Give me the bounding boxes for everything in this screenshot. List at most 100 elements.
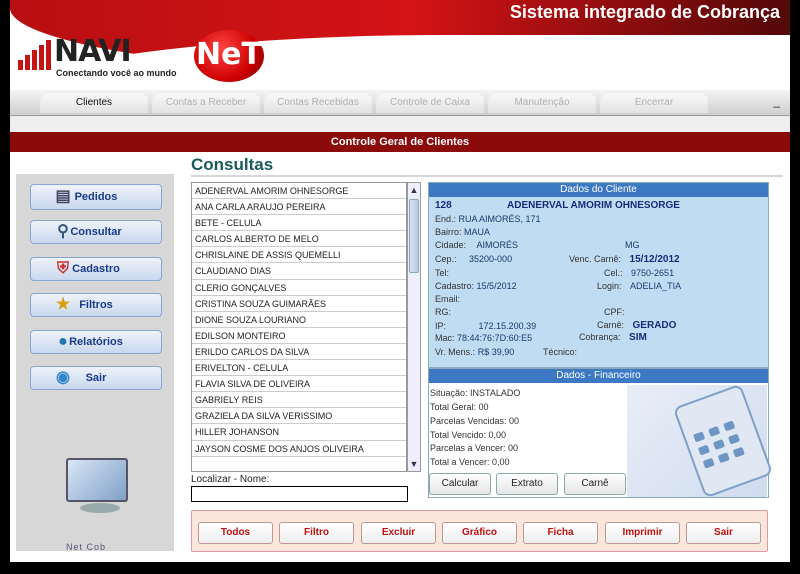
magnifier-icon: ⚲ (57, 223, 69, 240)
search-label: Localizar - Nome: (191, 474, 270, 485)
login-label: Login: (597, 281, 622, 291)
total-vencido: Total Vencido: 0,00 (430, 430, 507, 440)
mac-label: Mac: (435, 333, 455, 343)
excluir-button[interactable]: Excluir (361, 522, 436, 544)
vrmens-value: R$ 39,90 (477, 347, 515, 357)
parcelas-a-vencer: Parcelas a Vencer: 00 (430, 443, 519, 453)
cel-value: 9750-2651 (631, 268, 675, 278)
list-item[interactable]: ERIVELTON - CELULA (192, 360, 406, 377)
user-label: NALVO (748, 58, 782, 69)
client-list[interactable]: ADENERVAL AMORIM OHNESORGE ANA CARLA ARA… (191, 182, 407, 472)
list-item[interactable]: DIONE SOUZA LOURIANO (192, 312, 406, 328)
list-item[interactable]: ERILDO CARLOS DA SILVA (192, 344, 406, 361)
menu-manutencao[interactable]: Manutenção (488, 93, 596, 113)
total-geral: Total Geral: 00 (430, 402, 489, 412)
sidebar-item-filtros[interactable]: ★ Filtros (30, 293, 162, 317)
page-title: Controle Geral de Clientes (10, 132, 790, 152)
list-item[interactable]: CHRISLAINE DE ASSIS QUEMELLI (192, 247, 406, 264)
client-name: ADENERVAL AMORIM OHNESORGE (507, 200, 680, 211)
menu-contas-recebidas[interactable]: Contas Recebidas (264, 93, 372, 113)
scroll-thumb[interactable] (409, 199, 419, 273)
list-item[interactable]: BETE - CELULA (192, 215, 406, 232)
logo: NAVI NeT Conectando você ao mundo (16, 30, 266, 82)
sidebar-item-relatorios[interactable]: ● Relatórios (30, 330, 162, 354)
carne-button[interactable]: Carnê (564, 473, 626, 495)
venc-label: Venc. Carnê: (569, 254, 622, 264)
list-item[interactable]: ADENERVAL AMORIM OHNESORGE (192, 183, 406, 200)
scroll-down-icon[interactable]: ▼ (408, 457, 420, 471)
cidade-label: Cidade: (435, 240, 467, 250)
list-item[interactable]: FLAVIA SILVA DE OLIVEIRA (192, 376, 406, 393)
list-item[interactable]: EDILSON MONTEIRO (192, 328, 406, 344)
bairro-label: Bairro: (435, 227, 462, 237)
list-item[interactable]: CLAUDIANO DIAS (192, 263, 406, 280)
brand-label: Net Cob (66, 542, 107, 552)
cpf-label: CPF: (604, 307, 625, 317)
sidebar-item-consultar[interactable]: ⚲ Consultar (30, 220, 162, 244)
menu-controle-de-caixa[interactable]: Controle de Caixa (376, 93, 484, 113)
todos-button[interactable]: Todos (198, 522, 273, 544)
list-item[interactable]: CRISTINA SOUZA GUIMARÃES (192, 296, 406, 312)
header: Sistema integrado de Cobrança NALVO NAVI… (10, 0, 790, 90)
total-a-vencer: Total a Vencer: 0,00 (430, 457, 510, 467)
list-item[interactable]: JAYSON COSME DOS ANJOS OLIVEIRA (192, 441, 406, 457)
app-window: Sistema integrado de Cobrança NALVO NAVI… (10, 0, 790, 562)
menu-clientes[interactable]: Clientes (40, 93, 148, 113)
extrato-button[interactable]: Extrato (496, 473, 558, 495)
grafico-button[interactable]: Gráfico (442, 522, 517, 544)
venc-value: 15/12/2012 (629, 254, 680, 265)
address-label: End.: (435, 214, 457, 224)
minimize-button[interactable]: _ (773, 94, 780, 108)
sair-button[interactable]: Sair (686, 522, 761, 544)
carne-value: GERADO (632, 320, 677, 331)
cobranca-value: SIM (629, 332, 647, 343)
search-input[interactable] (191, 486, 408, 502)
menu-contas-a-receber[interactable]: Contas a Receber (152, 93, 260, 113)
client-details-panel: Dados do Cliente 128 ADENERVAL AMORIM OH… (428, 182, 769, 368)
uf-value: MG (625, 240, 640, 250)
logo-text: NAVI (54, 34, 132, 69)
network-icon: ◉ (56, 369, 70, 386)
cidade-value: AIMORÉS (476, 240, 519, 250)
rg-label: RG: (435, 307, 452, 317)
sidebar-item-pedidos[interactable]: ▤ Pedidos (30, 184, 162, 210)
address-value: RUA AIMORÉS, 171 (458, 214, 541, 224)
globe-icon: ● (58, 333, 68, 350)
imprimir-button[interactable]: Imprimir (605, 522, 680, 544)
parcelas-vencidas: Parcelas Vencidas: 00 (430, 416, 520, 426)
list-item[interactable]: CARLOS ALBERTO DE MELO (192, 231, 406, 248)
carne-label: Carnê: (597, 320, 625, 330)
mac-value: 78:44:76:7D:60:E5 (457, 333, 533, 343)
action-bar: Todos Filtro Excluir Gráfico Ficha Impri… (191, 510, 768, 552)
cadastro-label: Cadastro: (435, 281, 475, 291)
list-scrollbar[interactable]: ▲ ▼ (407, 182, 421, 472)
sidebar: ▤ Pedidos ⚲ Consultar ⛨ Cadastro ★ Filtros ●… (16, 174, 174, 552)
ficha-button[interactable]: Ficha (523, 522, 598, 544)
tel-label: Tel: (435, 268, 450, 278)
financeiro-header: Dados - Financeiro (429, 369, 768, 383)
list-item[interactable]: CLERIO GONÇALVES (192, 280, 406, 296)
tecnico-label: Técnico: (543, 347, 578, 357)
menu-encerrar[interactable]: Encerrar (600, 93, 708, 113)
system-title: Sistema integrado de Cobrança (509, 2, 780, 22)
list-item[interactable]: GRAZIELA DA SILVA VERISSIMO (192, 408, 406, 425)
list-item[interactable]: ANA CARLA ARAUJO PEREIRA (192, 199, 406, 216)
list-item[interactable]: HILLER JOHANSON (192, 424, 406, 441)
sidebar-item-sair[interactable]: ◉ Sair (30, 366, 162, 390)
sidebar-item-cadastro[interactable]: ⛨ Cadastro (30, 257, 162, 281)
email-label: Email: (435, 294, 461, 304)
filtro-button[interactable]: Filtro (279, 522, 354, 544)
list-item[interactable]: GABRIELY REIS (192, 392, 406, 409)
calcular-button[interactable]: Calcular (429, 473, 491, 495)
scroll-up-icon[interactable]: ▲ (408, 183, 420, 197)
logo-net-badge: NeT (194, 30, 264, 82)
cel-label: Cel.: (604, 268, 623, 278)
login-value: ADELIA_TIA (630, 281, 682, 291)
situacao: Situação: INSTALADO (430, 388, 521, 398)
ip-label: IP: (435, 321, 447, 331)
cadastro-value: 15/5/2012 (476, 281, 517, 291)
calculator-icon (627, 383, 774, 499)
bairro-value: MAUA (464, 227, 491, 237)
vrmens-label: Vr. Mens.: (435, 347, 476, 357)
cobranca-label: Cobrança: (579, 332, 621, 342)
